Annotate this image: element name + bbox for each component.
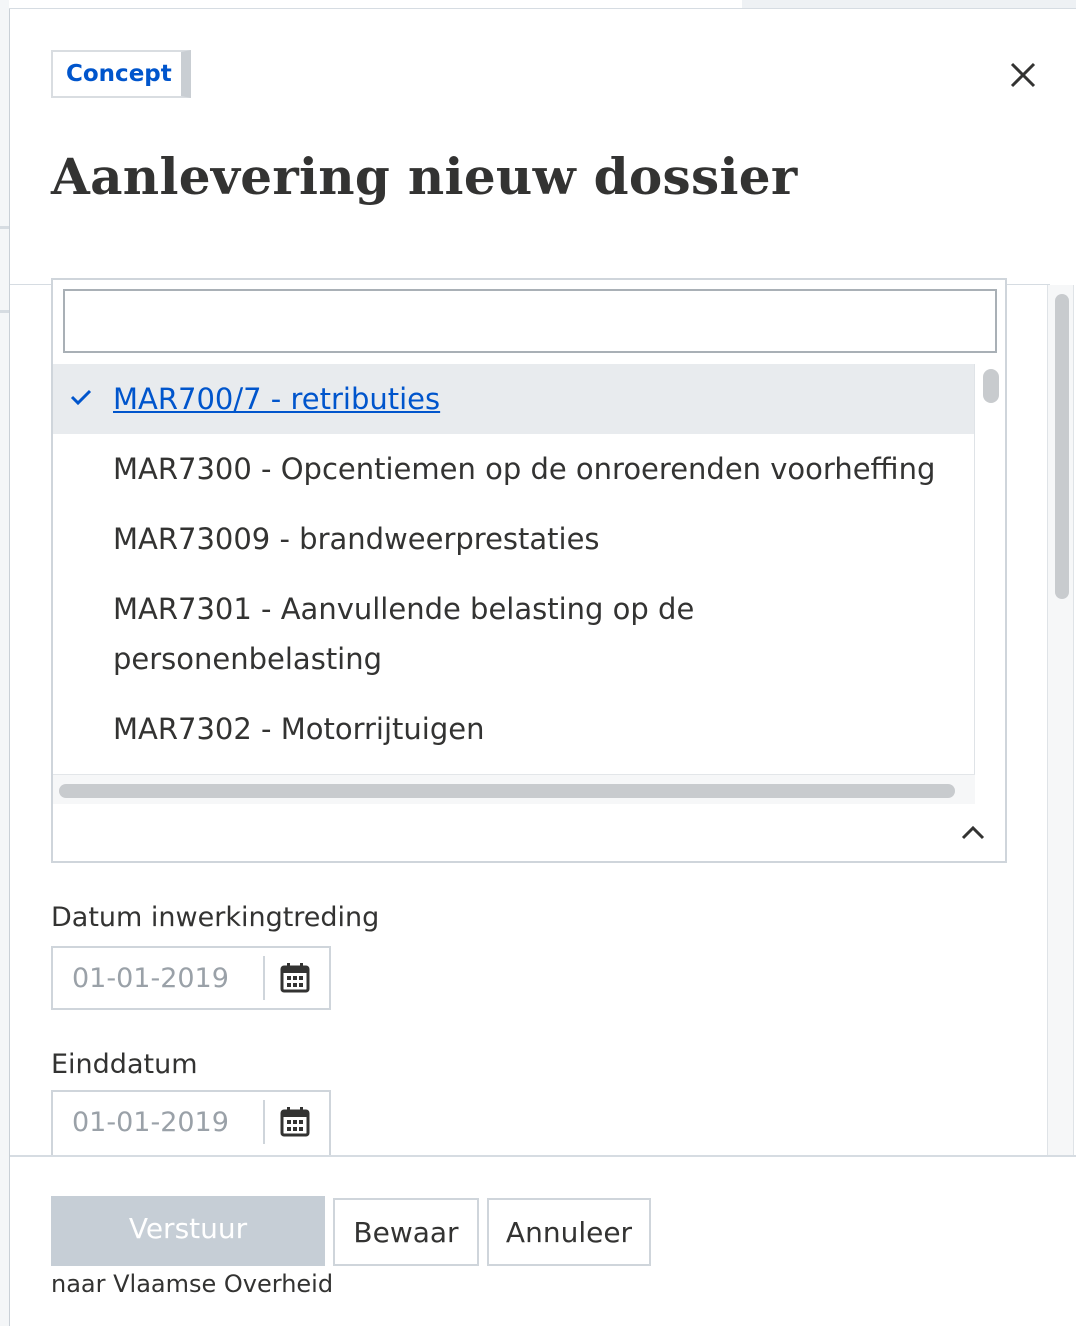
end-date-input[interactable] xyxy=(53,1092,263,1152)
end-date-field xyxy=(51,1090,331,1156)
end-date-label: Einddatum xyxy=(51,1049,198,1080)
background-left-strip xyxy=(0,0,9,1326)
footer-divider xyxy=(10,1155,1076,1157)
start-date-input[interactable] xyxy=(53,948,263,1008)
start-date-field xyxy=(51,946,331,1010)
collapse-select-button[interactable] xyxy=(959,823,987,843)
option-label: MAR7301 - Aanvullende belasting op de pe… xyxy=(113,592,695,676)
select-search-input[interactable] xyxy=(63,289,997,353)
modal-scrollbar-thumb[interactable] xyxy=(1055,294,1069,599)
options-horizontal-scrollbar[interactable] xyxy=(53,774,975,804)
close-icon xyxy=(1010,62,1036,88)
horizontal-scrollbar-thumb[interactable] xyxy=(59,784,955,798)
option-mar700-7[interactable]: MAR700/7 - retributies xyxy=(53,364,974,434)
dossier-type-select[interactable]: MAR700/7 - retributies MAR7300 - Opcenti… xyxy=(51,278,1007,863)
option-label: MAR7302 - Motorrijtuigen xyxy=(113,712,485,746)
cancel-button[interactable]: Annuleer xyxy=(487,1198,651,1266)
end-date-calendar-button[interactable] xyxy=(279,1106,311,1138)
option-mar7300[interactable]: MAR7300 - Opcentiemen op de onroerenden … xyxy=(53,444,974,494)
date-separator xyxy=(263,956,265,1000)
check-icon xyxy=(70,389,92,406)
calendar-icon xyxy=(280,963,310,993)
start-date-calendar-button[interactable] xyxy=(279,962,311,994)
option-mar7302[interactable]: MAR7302 - Motorrijtuigen xyxy=(53,704,974,754)
close-button[interactable] xyxy=(1005,57,1041,93)
date-separator xyxy=(263,1100,265,1144)
status-badge: Concept xyxy=(51,50,191,98)
start-date-label: Datum inwerkingtreding xyxy=(51,902,380,933)
option-label: MAR7300 - Opcentiemen op de onroerenden … xyxy=(113,452,936,486)
background-divider xyxy=(0,226,9,229)
options-list: MAR700/7 - retributies MAR7300 - Opcenti… xyxy=(53,364,975,774)
modal-title: Aanlevering nieuw dossier xyxy=(51,147,798,206)
option-label: MAR73009 - brandweerprestaties xyxy=(113,522,600,556)
option-label: MAR700/7 - retributies xyxy=(113,382,441,416)
options-scrollbar-thumb[interactable] xyxy=(983,369,999,403)
new-dossier-modal: Concept Aanlevering nieuw dossier MAR700… xyxy=(9,9,1076,1326)
submit-note: naar Vlaamse Overheid xyxy=(51,1270,334,1298)
submit-button[interactable]: Verstuur xyxy=(51,1196,325,1266)
option-mar73009[interactable]: MAR73009 - brandweerprestaties xyxy=(53,514,974,564)
option-mar7301[interactable]: MAR7301 - Aanvullende belasting op de pe… xyxy=(53,584,753,684)
calendar-icon xyxy=(280,1107,310,1137)
save-button[interactable]: Bewaar xyxy=(333,1198,479,1266)
background-top-right-panel xyxy=(742,0,1076,9)
chevron-up-icon xyxy=(961,825,985,840)
background-divider xyxy=(0,310,9,313)
